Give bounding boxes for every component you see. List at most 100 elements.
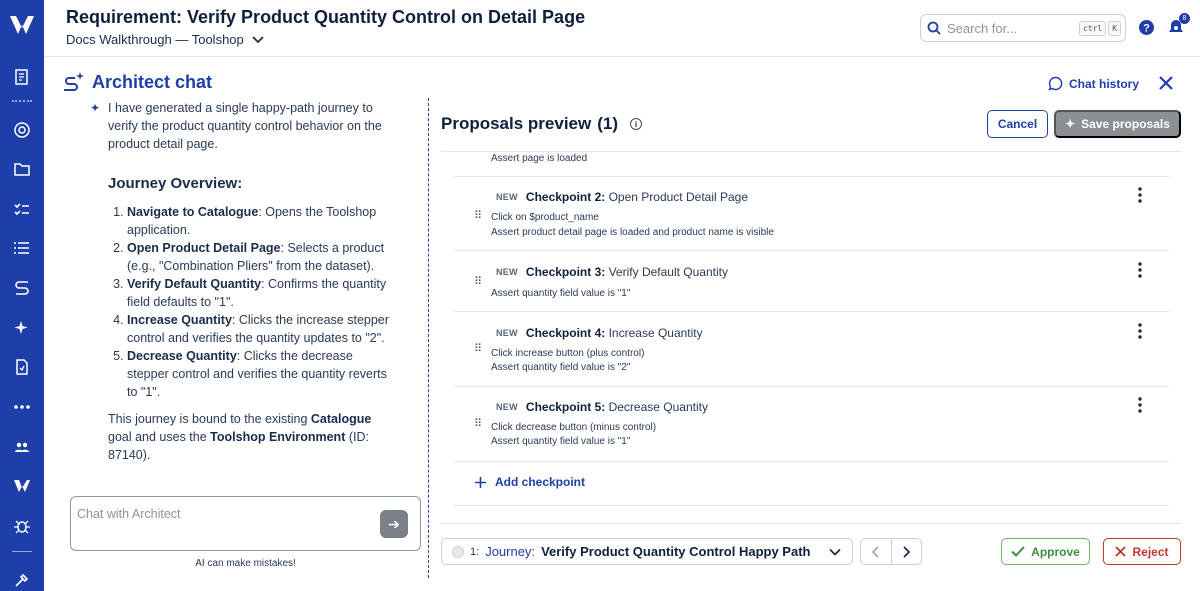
- shortcut-k-key: K: [1108, 20, 1122, 36]
- list-item: Navigate to Catalogue: Opens the Toolsho…: [127, 203, 390, 239]
- help-icon[interactable]: ?: [1138, 19, 1155, 36]
- left-nav-rail: [0, 0, 44, 591]
- notification-badge: 8: [1179, 13, 1190, 24]
- tools-icon[interactable]: [11, 569, 33, 591]
- document-icon[interactable]: [11, 356, 33, 378]
- search-input[interactable]: [947, 20, 1077, 36]
- checkpoint-title: Checkpoint 3: Verify Default Quantity: [525, 265, 728, 279]
- chat-header: Architect chat: [62, 70, 212, 94]
- checkpoint-title: Checkpoint 2: Open Product Detail Page: [525, 190, 749, 204]
- bug-icon[interactable]: [11, 515, 33, 537]
- architect-icon: [64, 72, 84, 91]
- shortcut-ctrl-key: ctrl: [1079, 20, 1107, 36]
- chat-outro: This journey is bound to the existing Ca…: [108, 412, 372, 462]
- checkpoint-step: Click on $product_name: [491, 212, 599, 223]
- checkpoint-step: Click increase button (plus control): [491, 348, 645, 359]
- drag-handle-icon[interactable]: ⠿: [474, 417, 482, 430]
- ai-sparkle-icon[interactable]: [11, 317, 33, 339]
- checkpoint-step: Assert quantity field value is "2": [491, 362, 631, 373]
- checkpoint-row[interactable]: NEW Checkpoint 3: Verify Default Quantit…: [454, 251, 1169, 312]
- new-badge: NEW: [496, 192, 518, 202]
- info-icon[interactable]: i: [630, 118, 643, 130]
- chevron-right-icon: [903, 545, 911, 558]
- more-icon[interactable]: [11, 396, 33, 418]
- checkpoint-list: Assert page is loaded NEW Checkpoint 2: …: [441, 151, 1181, 523]
- chat-intro: I have generated a single happy-path jou…: [108, 101, 382, 151]
- list-item: Open Product Detail Page: Selects a prod…: [127, 239, 390, 275]
- reject-label: Reject: [1132, 544, 1169, 559]
- save-proposals-button[interactable]: ✦ Save proposals: [1054, 110, 1181, 138]
- drag-handle-icon[interactable]: ⠿: [474, 209, 482, 222]
- list-item: Increase Quantity: Clicks the increase s…: [127, 311, 390, 347]
- drag-handle-icon[interactable]: ⠿: [474, 275, 482, 288]
- journey-steps-list: Navigate to Catalogue: Opens the Toolsho…: [127, 203, 390, 401]
- journey-selector[interactable]: 1: Journey: Verify Product Quantity Cont…: [441, 538, 853, 565]
- checkpoint-title: Checkpoint 4: Increase Quantity: [525, 326, 703, 340]
- checkpoint-row[interactable]: NEW Checkpoint 5: Decrease Quantity ⠿ Cl…: [454, 387, 1169, 462]
- proposals-title: Proposals preview (1) i: [441, 114, 643, 134]
- checkpoint-step: Assert quantity field value is "1": [491, 288, 631, 299]
- page-title: Requirement: Verify Product Quantity Con…: [66, 7, 586, 27]
- app-logo-icon[interactable]: [8, 12, 36, 38]
- drag-handle-icon[interactable]: ⠿: [474, 342, 482, 355]
- chat-message: ✦ I have generated a single happy-path j…: [90, 99, 390, 464]
- status-dot: [452, 545, 464, 558]
- journey-name: Verify Product Quantity Control Happy Pa…: [541, 544, 811, 559]
- list-item: Verify Default Quantity: Confirms the qu…: [127, 275, 390, 311]
- global-search[interactable]: ctrl K: [920, 14, 1126, 42]
- chevron-down-icon: [252, 35, 264, 43]
- chat-history-label: Chat history: [1069, 76, 1140, 91]
- check-icon: [1011, 546, 1025, 557]
- ai-sparkle-icon: ✦: [90, 101, 101, 115]
- save-proposals-label: Save proposals: [1081, 117, 1170, 131]
- list-item: Decrease Quantity: Clicks the decrease s…: [127, 347, 390, 401]
- reject-button[interactable]: Reject: [1103, 538, 1181, 565]
- checkpoint-row[interactable]: NEW Checkpoint 2: Open Product Detail Pa…: [454, 177, 1169, 251]
- kebab-menu-icon[interactable]: [1137, 323, 1143, 339]
- proposals-title-text: Proposals preview: [441, 114, 592, 133]
- chat-bubble-icon: [1048, 76, 1063, 91]
- kebab-menu-icon[interactable]: [1137, 397, 1143, 413]
- checkpoint-step: Assert product detail page is loaded and…: [491, 227, 774, 238]
- nav-separator: [12, 551, 32, 552]
- panel-divider[interactable]: [428, 98, 429, 578]
- ai-disclaimer: AI can make mistakes!: [195, 558, 296, 569]
- requirements-icon[interactable]: [11, 66, 33, 88]
- notifications-button[interactable]: 8: [1166, 13, 1190, 37]
- chevron-left-icon: [871, 545, 879, 558]
- arrow-right-icon: ➔: [388, 515, 400, 532]
- add-checkpoint-label: Add checkpoint: [495, 475, 586, 489]
- cancel-button[interactable]: Cancel: [987, 110, 1048, 138]
- next-button[interactable]: [890, 539, 921, 564]
- kebab-menu-icon[interactable]: [1137, 262, 1143, 278]
- chat-input-box: ➔: [70, 496, 421, 551]
- journeys-icon[interactable]: [11, 277, 33, 299]
- approve-button[interactable]: Approve: [1001, 538, 1090, 565]
- plus-icon: [475, 476, 486, 488]
- chat-input[interactable]: [77, 507, 367, 537]
- new-badge: NEW: [496, 267, 518, 277]
- overview-heading: Journey Overview:: [108, 175, 243, 192]
- project-name: Docs Walkthrough — Toolshop: [66, 32, 244, 47]
- folder-icon[interactable]: [11, 158, 33, 180]
- approve-label: Approve: [1031, 544, 1080, 559]
- previous-button[interactable]: [861, 539, 891, 564]
- checkpoint-step: Click decrease button (minus control): [491, 422, 657, 433]
- add-checkpoint-button[interactable]: Add checkpoint: [474, 475, 585, 489]
- kebab-menu-icon[interactable]: [1137, 187, 1143, 203]
- close-icon: [1115, 546, 1127, 557]
- journey-label: Journey:: [485, 544, 536, 559]
- brand-icon[interactable]: [11, 475, 33, 497]
- search-icon: [927, 21, 941, 35]
- new-badge: NEW: [496, 402, 518, 412]
- project-selector[interactable]: Docs Walkthrough — Toolshop: [66, 32, 264, 47]
- checklist-icon[interactable]: [11, 198, 33, 220]
- close-icon[interactable]: [1157, 74, 1175, 92]
- goals-icon[interactable]: [11, 119, 33, 141]
- chevron-down-icon: [829, 548, 841, 556]
- send-button[interactable]: ➔: [380, 510, 408, 538]
- chat-history-link[interactable]: Chat history: [1048, 76, 1139, 91]
- checkpoint-row[interactable]: NEW Checkpoint 4: Increase Quantity ⠿ Cl…: [454, 312, 1169, 387]
- list-icon[interactable]: [11, 237, 33, 259]
- team-icon[interactable]: [11, 436, 33, 458]
